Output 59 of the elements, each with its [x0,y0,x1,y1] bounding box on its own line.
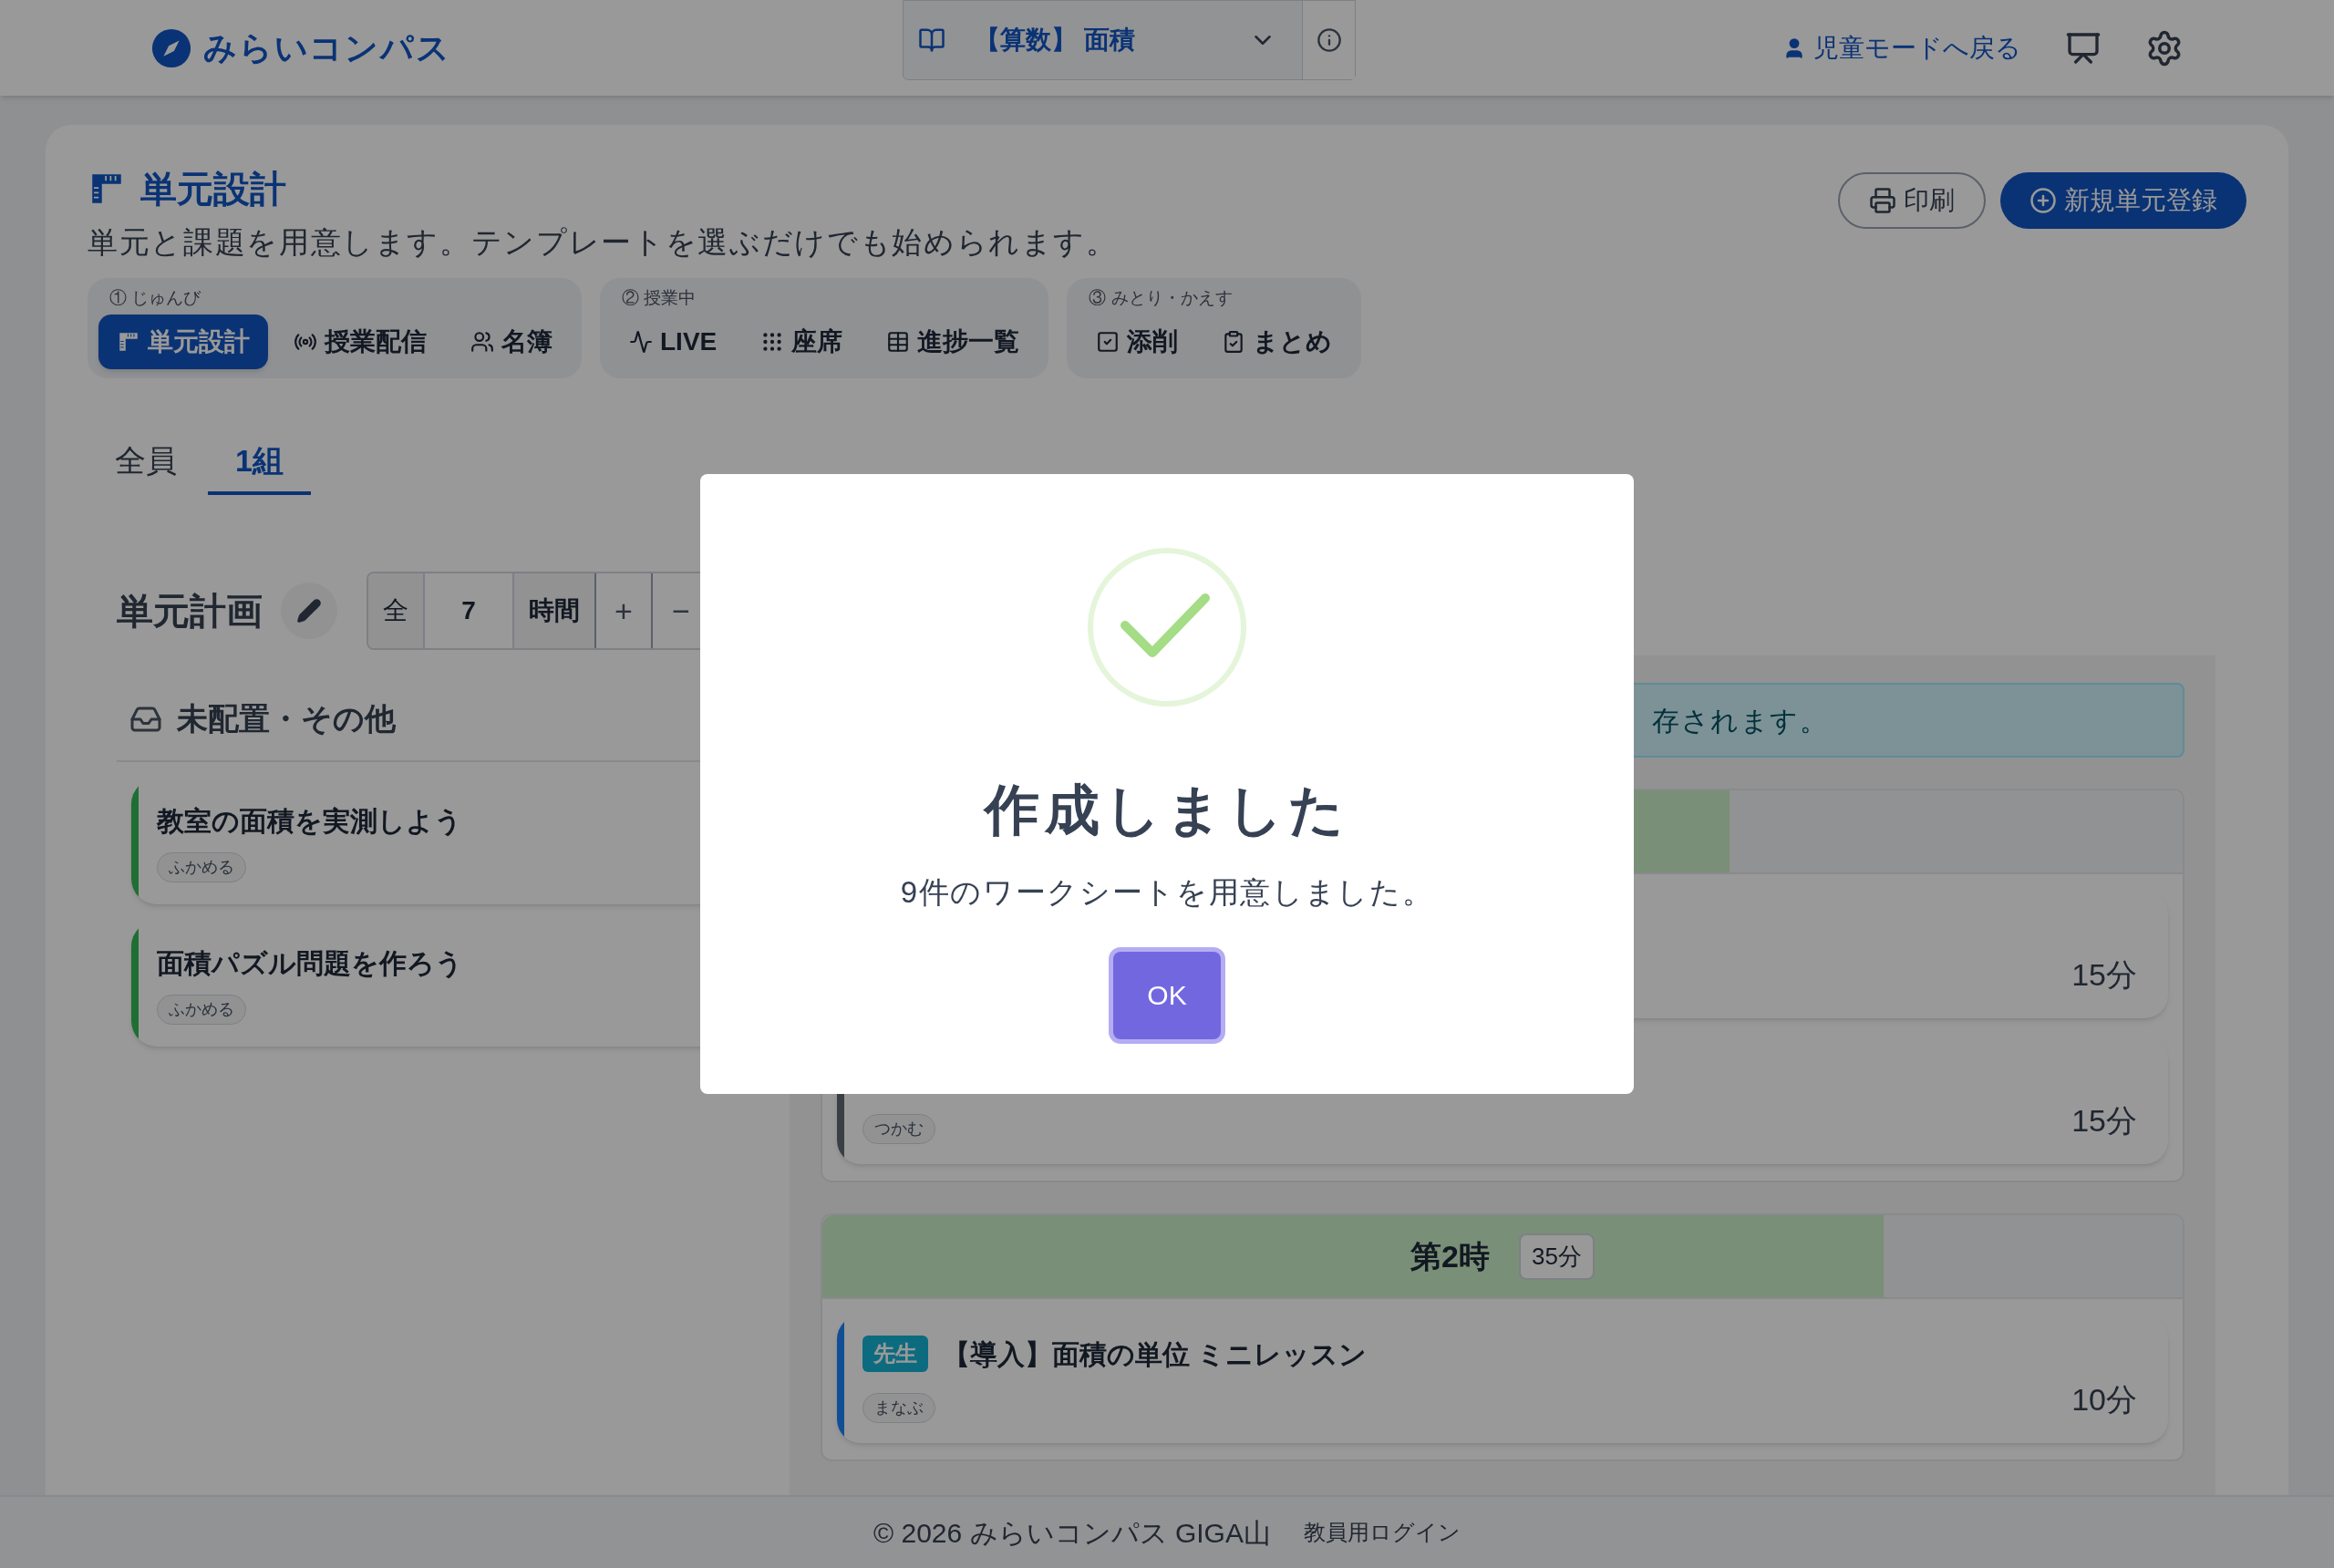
step-tab[interactable]: 添削 [1078,315,1197,369]
period-title: 第2時 [1410,1237,1490,1275]
section-title: 単元計画 [117,590,263,633]
lesson-title: 【導入】面積の単位 ミニレッスン [943,1337,1368,1371]
info-icon [1316,27,1342,53]
checkmark-icon [1087,547,1247,707]
step-tab[interactable]: LIVE [611,315,736,369]
plus-icon [2029,187,2057,214]
subject-selector[interactable]: 【算数】 面積 [903,0,1356,80]
step-tab[interactable]: 単元設計 [98,315,268,369]
section-title: 未配置・その他 [177,700,396,738]
student-mode-link[interactable]: 児童モードへ戻る [1782,28,2021,67]
stage-tag: まなぶ [862,1393,935,1423]
step-tab[interactable]: 座席 [742,315,862,369]
dialog-title: 作成しました [985,779,1349,842]
decrement-button[interactable]: − [653,573,709,648]
step-label: ③ みとり・かえす [1089,286,1234,309]
book-icon [918,26,945,54]
dialog-message: 9件のワークシートを用意しました。 [900,874,1434,911]
info-button[interactable] [1302,1,1355,79]
subject-value: 【算数】 面積 [975,25,1136,56]
lesson-duration: 15分 [2071,1102,2137,1140]
app-logo: みらいコンパス [203,27,451,68]
page-title: 単元設計 [140,168,286,211]
step-tab[interactable]: 進捗一覧 [868,315,1038,369]
step-label: ② 授業中 [622,286,697,309]
class-tab[interactable]: 1組 [208,429,311,495]
teacher-badge: 先生 [862,1336,928,1372]
teacher-login-link[interactable]: 教員用ログイン [1303,1516,1461,1549]
lesson-duration: 10分 [2071,1381,2137,1418]
compass-icon [150,26,192,69]
stage-tag: ふかめる [157,995,246,1025]
copyright-text: © 2026 みらいコンパス GIGA山 [873,1516,1271,1550]
pulse-icon [629,330,653,354]
stepper-prefix: 全 [368,573,425,648]
notice-text: 存されます。 [1652,704,1828,738]
step-label: ① じゅんび [109,286,202,309]
step-tab[interactable]: 名簿 [452,315,571,369]
people-icon [470,330,494,354]
increment-button[interactable]: + [596,573,653,648]
class-tab[interactable]: 全員 [106,429,186,495]
table-icon [886,330,911,354]
activity-title: 教室の面積を実測しよう [157,805,462,838]
new-unit-button[interactable]: 新規単元登録 [2000,172,2246,229]
checkbox-icon [1096,330,1121,354]
lesson-duration: 15分 [2071,956,2137,994]
print-button[interactable]: 印刷 [1838,172,1986,229]
printer-icon [1869,187,1896,214]
step-tab[interactable]: まとめ [1203,315,1351,369]
stage-tag: ふかめる [157,852,246,882]
activity-title: 面積パズル問題を作ろう [157,947,463,980]
duration-badge: 35分 [1519,1233,1595,1280]
lesson-card[interactable]: 先生 【導入】面積の単位 ミニレッスン まなぶ 10分 [837,1315,2168,1443]
ruler-icon [117,330,140,354]
pencil-icon [296,598,322,624]
stage-tag: つかむ [862,1114,935,1144]
page-subtitle: 単元と課題を用意します。テンプレートを選ぶだけでも始められます。 [88,224,1118,261]
step-tab[interactable]: 授業配信 [275,315,445,369]
stepper-suffix: 時間 [514,573,596,648]
